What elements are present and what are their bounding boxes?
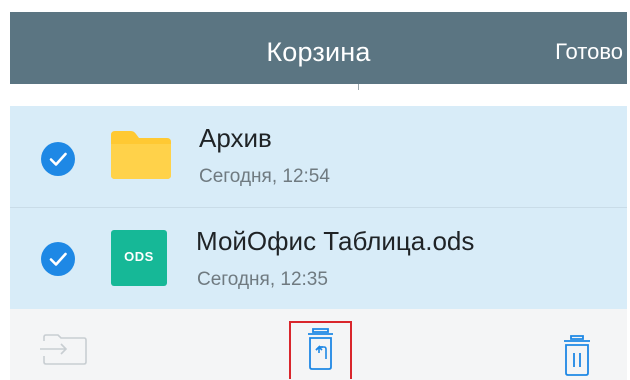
checkmark-icon[interactable] — [41, 142, 75, 176]
file-date: Сегодня, 12:54 — [199, 166, 330, 187]
list-top-edge — [10, 84, 627, 106]
bottom-toolbar — [10, 309, 627, 380]
checkmark-icon[interactable] — [41, 242, 75, 276]
folder-icon — [109, 129, 173, 181]
file-name: Архив — [199, 123, 272, 153]
file-type-label: ODS — [124, 249, 154, 264]
delete-button[interactable] — [552, 309, 602, 380]
list-item[interactable]: Архив Сегодня, 12:54 — [10, 106, 627, 207]
move-to-folder-icon — [40, 334, 87, 365]
move-button[interactable] — [36, 309, 96, 380]
page-title: Корзина — [266, 37, 371, 67]
file-date: Сегодня, 12:35 — [197, 269, 328, 290]
file-name: МойОфис Таблица.ods — [196, 226, 475, 256]
trash-screen: Корзина Готово Архив Сегодня, 12:54 ODS … — [10, 12, 627, 380]
done-button[interactable]: Готово — [555, 12, 623, 84]
restore-icon — [308, 328, 333, 370]
scroll-indicator — [358, 84, 359, 90]
navigation-bar: Корзина Готово — [10, 12, 627, 84]
ods-file-icon: ODS — [111, 230, 167, 286]
restore-button[interactable] — [289, 321, 352, 379]
list-item[interactable]: ODS МойОфис Таблица.ods Сегодня, 12:35 — [10, 208, 627, 309]
delete-icon — [564, 335, 590, 376]
